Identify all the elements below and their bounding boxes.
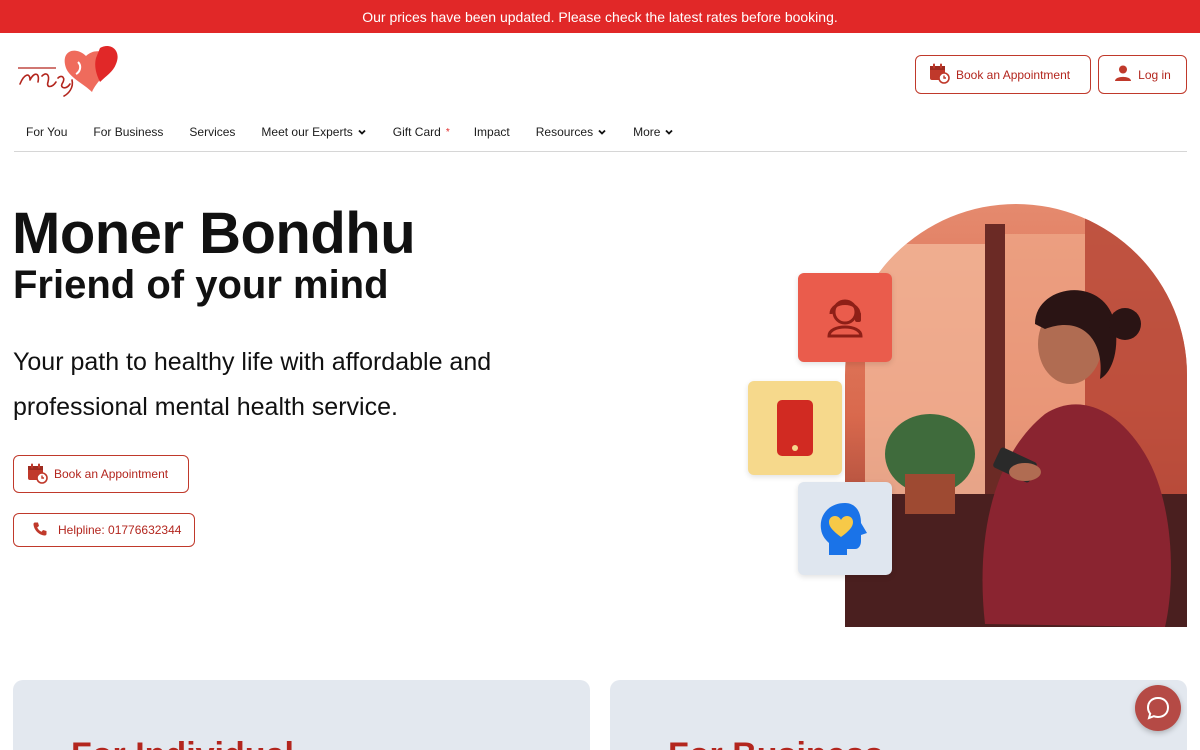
business-card-title: For Business [668,736,883,750]
hero-illustration [845,204,1187,627]
nav-item-services[interactable]: Services [177,117,247,147]
helpline-button[interactable]: Helpline: 01776632344 [13,513,195,547]
announcement-banner: Our prices have been updated. Please che… [0,0,1200,33]
business-card[interactable]: For Business [610,680,1187,750]
hero-description: Your path to healthy life with affordabl… [13,348,492,421]
login-button[interactable]: Log in [1098,55,1187,94]
main-nav: For You For Business Services Meet our E… [14,113,1187,152]
announcement-text: Our prices have been updated. Please che… [362,8,838,25]
hero-title: Moner Bondhu [12,201,416,266]
nav-item-label: More [633,125,661,139]
chevron-down-icon [598,129,606,135]
nav-item-meet-our-experts[interactable]: Meet our Experts [249,117,378,147]
hero-book-appointment-label: Book an Appointment [54,467,169,481]
mobile-phone-tile [748,381,842,475]
nav-item-for-you[interactable]: For You [14,117,79,147]
nav-item-gift-card[interactable]: Gift Card * [381,117,462,147]
individual-card[interactable]: For Individual [13,680,590,750]
chevron-down-icon [665,129,674,135]
hero-subtitle: Friend of your mind [13,263,389,307]
nav-item-for-business[interactable]: For Business [81,117,175,147]
calendar-clock-icon [928,62,950,87]
nav-item-label: For You [26,125,68,139]
site-logo[interactable] [16,44,122,100]
header-book-appointment-button[interactable]: Book an Appointment [915,55,1091,94]
helpline-label: Helpline: 01776632344 [58,523,182,537]
chevron-down-icon [358,129,366,135]
chat-bubble-icon [1146,696,1170,720]
nav-item-label: Impact [473,125,510,139]
nav-item-label: For Business [93,125,164,139]
login-label: Log in [1138,67,1171,82]
calendar-clock-icon [26,462,48,487]
mobile-phone-icon [777,400,813,456]
counselor-headset-icon [827,299,863,337]
user-icon [1114,64,1132,85]
nav-item-more[interactable]: More [621,117,686,147]
mind-heart-tile [798,482,892,575]
hero-book-appointment-button[interactable]: Book an Appointment [13,455,189,493]
phone-icon [32,521,48,540]
chat-button[interactable] [1135,685,1181,731]
nav-item-label: Meet our Experts [261,125,353,139]
nav-item-label: Gift Card [392,125,441,139]
nav-item-label: Services [189,125,236,139]
mind-heart-icon [820,502,867,555]
nav-item-label: Resources [535,125,594,139]
individual-card-title: For Individual [71,736,294,750]
nav-item-impact[interactable]: Impact [462,117,522,147]
counselor-headset-tile [798,273,892,362]
new-badge-marker: * [445,126,450,138]
nav-item-resources[interactable]: Resources [524,117,619,147]
header-book-appointment-label: Book an Appointment [956,67,1071,82]
